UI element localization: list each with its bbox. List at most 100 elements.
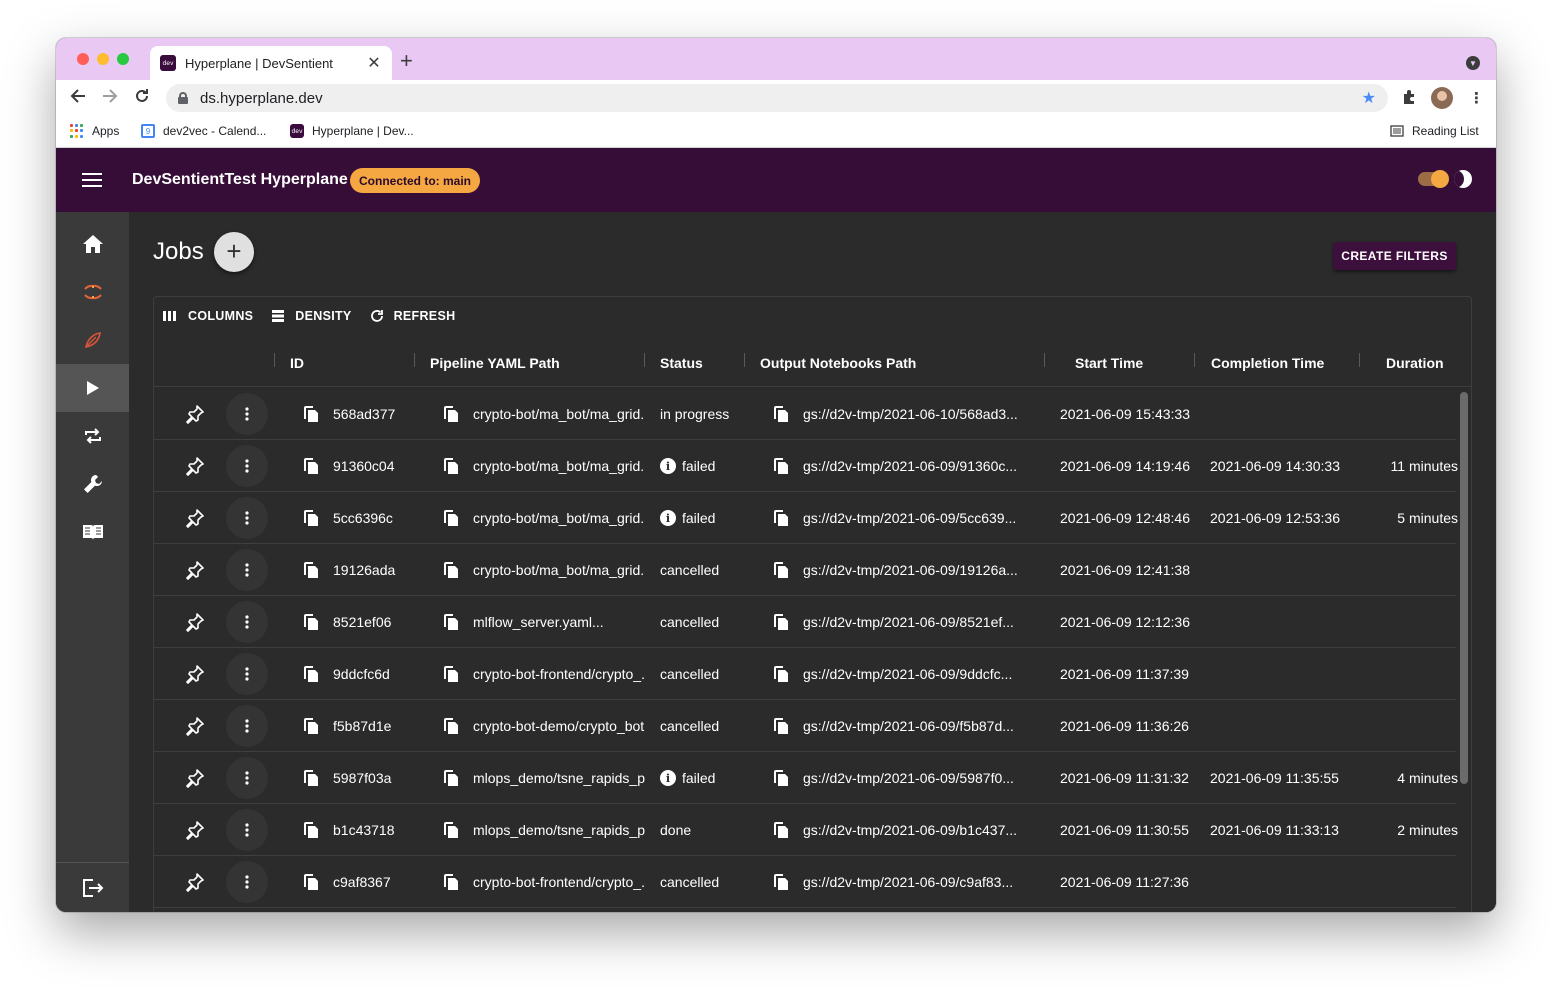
table-row[interactable]: 568ad377 crypto-bot/ma_bot/ma_grid... in… bbox=[154, 388, 1456, 440]
row-actions-button[interactable] bbox=[226, 492, 268, 544]
row-actions-button[interactable] bbox=[226, 752, 268, 804]
table-row[interactable]: 19126ada crypto-bot/ma_bot/ma_grid... ca… bbox=[154, 544, 1456, 596]
copy-icon[interactable] bbox=[303, 613, 319, 631]
pin-button[interactable] bbox=[185, 492, 207, 544]
bookmark-calendar[interactable]: 9 dev2vec - Calend... bbox=[141, 124, 266, 138]
extensions-icon[interactable] bbox=[1402, 89, 1418, 109]
sidebar-item-tools[interactable] bbox=[56, 460, 129, 508]
pin-button[interactable] bbox=[185, 440, 207, 492]
column-separator[interactable] bbox=[1044, 353, 1045, 367]
column-separator[interactable] bbox=[1359, 353, 1360, 367]
address-bar[interactable]: ds.hyperplane.dev ★ bbox=[166, 84, 1388, 112]
column-header-status[interactable]: Status bbox=[660, 355, 703, 371]
copy-icon[interactable] bbox=[773, 665, 789, 683]
new-tab-icon[interactable]: + bbox=[400, 50, 413, 72]
column-separator[interactable] bbox=[744, 353, 745, 367]
copy-icon[interactable] bbox=[443, 509, 459, 527]
copy-icon[interactable] bbox=[773, 717, 789, 735]
copy-icon[interactable] bbox=[303, 665, 319, 683]
maximize-window-button[interactable] bbox=[117, 53, 129, 65]
column-separator[interactable] bbox=[274, 353, 275, 367]
sidebar-item-schedules[interactable] bbox=[56, 412, 129, 460]
copy-icon[interactable] bbox=[773, 561, 789, 579]
copy-icon[interactable] bbox=[443, 665, 459, 683]
sidebar-item-home[interactable] bbox=[56, 220, 129, 268]
table-row[interactable]: 8521ef06 mlflow_server.yaml... cancelled… bbox=[154, 596, 1456, 648]
copy-icon[interactable] bbox=[773, 457, 789, 475]
menu-icon[interactable] bbox=[82, 173, 102, 187]
table-row[interactable]: 5987f03a mlops_demo/tsne_rapids_p... i f… bbox=[154, 752, 1458, 804]
sidebar-item-docs[interactable] bbox=[56, 508, 129, 556]
column-separator[interactable] bbox=[644, 353, 645, 367]
sidebar-item-jobs[interactable] bbox=[56, 364, 129, 412]
row-actions-button[interactable] bbox=[226, 440, 268, 492]
columns-button[interactable]: COLUMNS bbox=[162, 309, 253, 323]
row-actions-button[interactable] bbox=[226, 700, 268, 752]
bookmark-star-icon[interactable]: ★ bbox=[1362, 88, 1376, 108]
pin-button[interactable] bbox=[185, 804, 207, 856]
copy-icon[interactable] bbox=[443, 405, 459, 423]
copy-icon[interactable] bbox=[443, 717, 459, 735]
table-scrollbar[interactable] bbox=[1460, 392, 1468, 784]
bookmark-apps[interactable]: Apps bbox=[70, 124, 119, 138]
close-tab-icon[interactable]: ✕ bbox=[366, 53, 382, 73]
create-filters-button[interactable]: CREATE FILTERS bbox=[1333, 242, 1456, 270]
column-header-yaml[interactable]: Pipeline YAML Path bbox=[430, 355, 560, 371]
table-row[interactable]: 5cc6396c crypto-bot/ma_bot/ma_grid... i … bbox=[154, 492, 1458, 544]
pin-button[interactable] bbox=[185, 856, 207, 908]
copy-icon[interactable] bbox=[303, 509, 319, 527]
copy-icon[interactable] bbox=[773, 821, 789, 839]
density-button[interactable]: DENSITY bbox=[271, 309, 351, 323]
minimize-window-button[interactable] bbox=[97, 53, 109, 65]
copy-icon[interactable] bbox=[443, 613, 459, 631]
bookmark-hyperplane[interactable]: dev Hyperplane | Dev... bbox=[290, 124, 414, 138]
tab-search-icon[interactable]: ▼ bbox=[1466, 56, 1480, 70]
info-icon[interactable]: i bbox=[660, 458, 676, 474]
pin-button[interactable] bbox=[185, 752, 207, 804]
row-actions-button[interactable] bbox=[226, 856, 268, 908]
sidebar-item-leaf[interactable] bbox=[56, 316, 129, 364]
table-row[interactable]: 91360c04 crypto-bot/ma_bot/ma_grid... i … bbox=[154, 440, 1458, 492]
column-header-id[interactable]: ID bbox=[290, 355, 304, 371]
table-row[interactable]: 9ddcfc6d crypto-bot-frontend/crypto_... … bbox=[154, 648, 1456, 700]
info-icon[interactable]: i bbox=[660, 770, 676, 786]
pin-button[interactable] bbox=[185, 596, 207, 648]
add-job-button[interactable]: + bbox=[214, 232, 254, 272]
table-row[interactable]: f5b87d1e crypto-bot-demo/crypto_bot... c… bbox=[154, 700, 1456, 752]
copy-icon[interactable] bbox=[443, 873, 459, 891]
column-header-start[interactable]: Start Time bbox=[1075, 355, 1143, 371]
refresh-button[interactable]: REFRESH bbox=[370, 309, 456, 323]
copy-icon[interactable] bbox=[303, 405, 319, 423]
row-actions-button[interactable] bbox=[226, 648, 268, 700]
pin-button[interactable] bbox=[185, 648, 207, 700]
sidebar-item-sync[interactable] bbox=[56, 268, 129, 316]
row-actions-button[interactable] bbox=[226, 388, 268, 440]
pin-button[interactable] bbox=[185, 544, 207, 596]
row-actions-button[interactable] bbox=[226, 544, 268, 596]
copy-icon[interactable] bbox=[443, 561, 459, 579]
column-header-output[interactable]: Output Notebooks Path bbox=[760, 355, 916, 371]
browser-menu-icon[interactable]: ⋮ bbox=[1469, 89, 1484, 107]
profile-avatar[interactable] bbox=[1431, 87, 1453, 109]
copy-icon[interactable] bbox=[773, 613, 789, 631]
row-actions-button[interactable] bbox=[226, 804, 268, 856]
back-icon[interactable] bbox=[70, 86, 86, 110]
pin-button[interactable] bbox=[185, 700, 207, 752]
forward-icon[interactable] bbox=[102, 86, 118, 110]
column-header-completion[interactable]: Completion Time bbox=[1211, 355, 1324, 371]
copy-icon[interactable] bbox=[773, 769, 789, 787]
copy-icon[interactable] bbox=[773, 509, 789, 527]
copy-icon[interactable] bbox=[443, 769, 459, 787]
pin-button[interactable] bbox=[185, 388, 207, 440]
info-icon[interactable]: i bbox=[660, 510, 676, 526]
theme-toggle-knob[interactable] bbox=[1431, 170, 1449, 188]
copy-icon[interactable] bbox=[303, 717, 319, 735]
copy-icon[interactable] bbox=[303, 821, 319, 839]
logout-button[interactable] bbox=[56, 864, 129, 912]
browser-tab[interactable]: dev Hyperplane | DevSentient ✕ bbox=[150, 46, 392, 80]
column-separator[interactable] bbox=[414, 353, 415, 367]
table-row[interactable]: b1c43718 mlops_demo/tsne_rapids_p... don… bbox=[154, 804, 1458, 856]
copy-icon[interactable] bbox=[773, 405, 789, 423]
copy-icon[interactable] bbox=[773, 873, 789, 891]
column-separator[interactable] bbox=[1194, 353, 1195, 367]
